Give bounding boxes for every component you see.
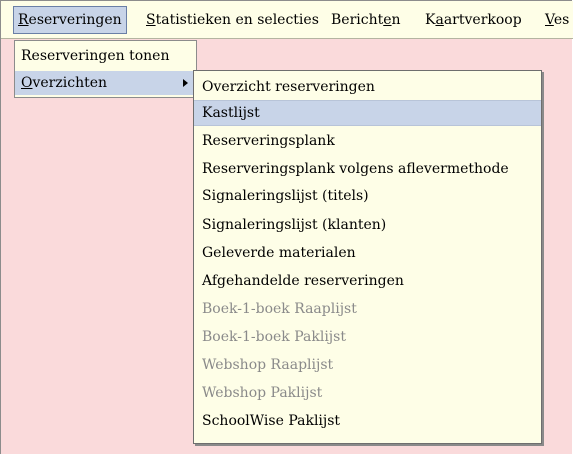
menu-item-label: Kastlijst (202, 105, 260, 121)
menu-item-label: Boek-1-boek Paklijst (202, 329, 346, 345)
menu-label: es (553, 12, 570, 28)
menu-item-signaleringslijst-klanten[interactable]: Signaleringslijst (klanten) (194, 212, 541, 238)
accelerator-key: a (435, 12, 444, 28)
menu-item-label: Reserveringsplank (202, 133, 335, 149)
menu-item-label: Geleverde materialen (202, 245, 356, 261)
menu-item-signaleringslijst-titels[interactable]: Signaleringslijst (titels) (194, 183, 541, 209)
menu-item-label: Reserveringen tonen (21, 48, 170, 64)
menu-item-reserveringen-tonen[interactable]: Reserveringen tonen (15, 44, 196, 68)
menu-item-overzicht-reserveringen[interactable]: Overzicht reserveringen (194, 74, 541, 100)
menu-berichten[interactable]: Berichten (327, 6, 405, 34)
accelerator-key: R (18, 12, 29, 28)
menu-item-reserveringsplank-aflevermethode[interactable]: Reserveringsplank volgens aflevermethode (194, 156, 541, 182)
menu-bar: Reserveringen Statistieken en selecties … (1, 1, 573, 39)
menu-item-label: Signaleringslijst (klanten) (202, 217, 387, 233)
menu-kaartverkoop[interactable]: Kaartverkoop (421, 6, 526, 34)
menu-label: n (391, 12, 401, 28)
menu-item-label: Reserveringsplank volgens aflevermethode (202, 161, 509, 177)
menu-item-label: Signaleringslijst (titels) (202, 188, 369, 204)
menu-item-label: Overzicht reserveringen (202, 79, 375, 95)
menu-label: artverkoop (443, 12, 522, 28)
menu-item-schoolwise-paklijst[interactable]: SchoolWise Paklijst (194, 408, 541, 434)
reserveringen-dropdown: Reserveringen tonen Overzichten (14, 40, 197, 98)
menu-item-boek-1-boek-raaplijst: Boek-1-boek Raaplijst (194, 296, 541, 322)
menu-label: tatistieken en selecties (155, 12, 319, 28)
menu-item-label: Webshop Raaplijst (202, 357, 334, 373)
accelerator-key: e (383, 12, 392, 28)
menu-item-webshop-raaplijst: Webshop Raaplijst (194, 352, 541, 378)
menu-reserveringen[interactable]: Reserveringen (13, 6, 127, 34)
menu-item-overzichten[interactable]: Overzichten (15, 71, 196, 95)
menu-item-boek-1-boek-paklijst: Boek-1-boek Paklijst (194, 324, 541, 350)
accelerator-key: S (146, 12, 156, 28)
menu-ves[interactable]: Ves (541, 6, 573, 34)
submenu-arrow-icon (183, 79, 188, 87)
overzichten-submenu: Overzicht reserveringen Kastlijst Reserv… (193, 70, 542, 444)
menu-label: eserveringen (28, 12, 122, 28)
accelerator-key: V (545, 12, 554, 28)
accelerator-key: O (21, 75, 33, 91)
menu-item-geleverde-materialen[interactable]: Geleverde materialen (194, 240, 541, 266)
menu-statistieken-en-selecties[interactable]: Statistieken en selecties (142, 6, 323, 34)
menu-item-label: Webshop Paklijst (202, 385, 323, 401)
menu-item-label: SchoolWise Paklijst (202, 413, 341, 429)
menu-item-reserveringsplank[interactable]: Reserveringsplank (194, 128, 541, 154)
menu-item-kastlijst[interactable]: Kastlijst (194, 100, 541, 126)
menu-item-label: Boek-1-boek Raaplijst (202, 301, 357, 317)
menu-item-label: Afgehandelde reserveringen (202, 273, 404, 289)
menu-item-webshop-paklijst: Webshop Paklijst (194, 380, 541, 406)
menu-label: Bericht (331, 12, 384, 28)
menu-item-label: verzichten (32, 75, 108, 91)
menu-item-afgehandelde-reserveringen[interactable]: Afgehandelde reserveringen (194, 268, 541, 294)
menu-label: K (425, 12, 436, 28)
